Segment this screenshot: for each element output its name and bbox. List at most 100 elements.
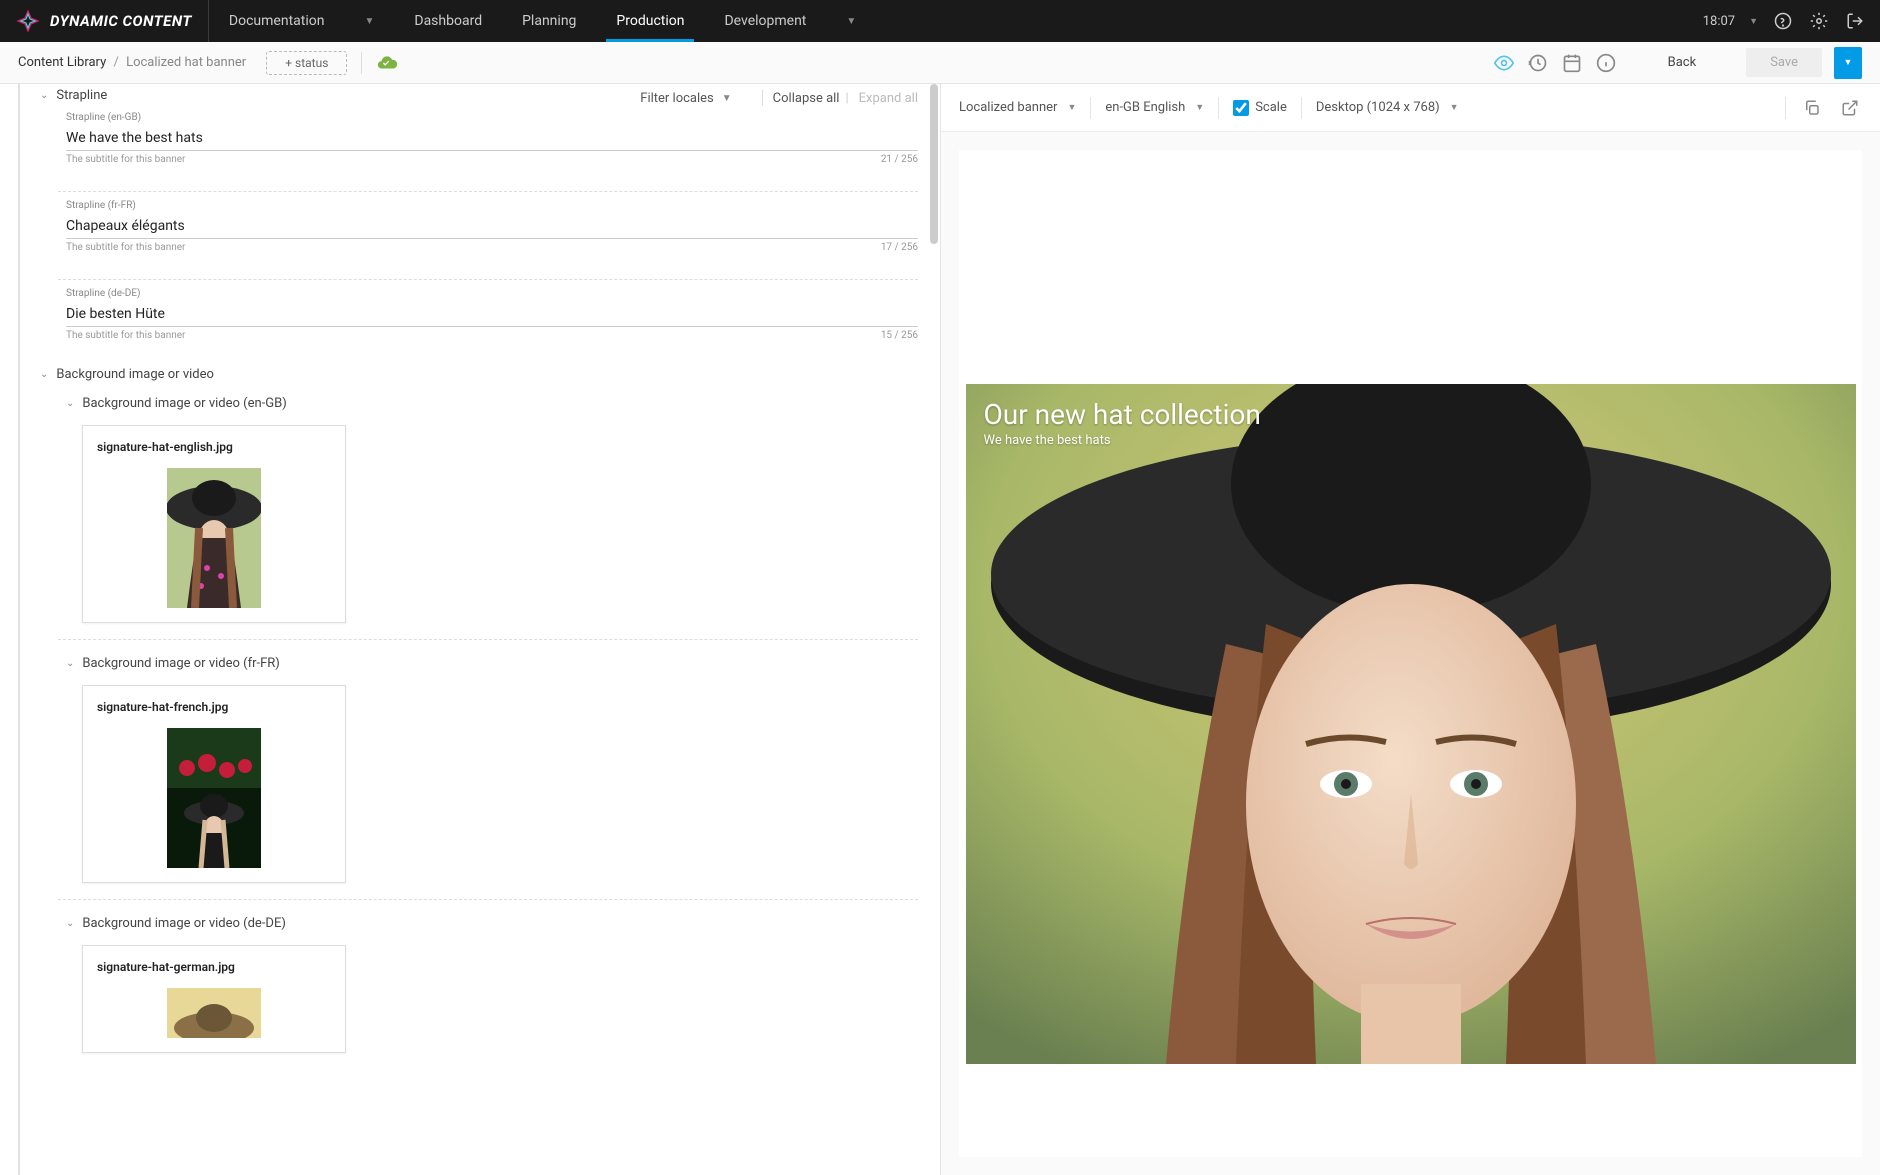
expand-all-button[interactable]: Expand all — [859, 91, 918, 106]
chevron-down-icon: ⌄ — [66, 658, 74, 669]
media-card-en[interactable]: signature-hat-english.jpg — [82, 425, 346, 623]
preview-toolbar: Localized banner▼ en-GB English▼ Scale D… — [941, 84, 1880, 132]
eye-icon[interactable] — [1492, 51, 1516, 75]
clock: 18:07 — [1703, 14, 1735, 29]
preview-area: Our new hat collection We have the best … — [941, 132, 1880, 1175]
nav-production[interactable]: Production — [596, 0, 704, 42]
external-link-icon[interactable] — [1838, 96, 1862, 120]
chevron-down-icon[interactable]: ▼ — [722, 93, 732, 104]
back-button[interactable]: Back — [1644, 49, 1721, 76]
breadcrumb-current: Localized hat banner — [126, 55, 246, 70]
media-thumbnail — [167, 728, 261, 868]
breadcrumb-root[interactable]: Content Library — [18, 55, 106, 70]
media-thumbnail — [167, 468, 261, 608]
logout-icon[interactable] — [1844, 10, 1866, 32]
banner-title: Our new hat collection — [984, 398, 1261, 431]
copy-icon[interactable] — [1800, 96, 1824, 120]
field-help: The subtitle for this banner — [66, 242, 185, 253]
nav-right: 18:07 ▼ — [1703, 10, 1880, 32]
filter-locales-label[interactable]: Filter locales — [640, 91, 714, 106]
subsection-bg-de[interactable]: ⌄ Background image or video (de-DE) — [18, 908, 940, 939]
nav-development[interactable]: Development — [704, 0, 826, 42]
section-background[interactable]: ⌄ Background image or video — [18, 359, 940, 388]
info-icon[interactable] — [1594, 51, 1618, 75]
scale-checkbox-input[interactable] — [1233, 100, 1249, 116]
chevron-down-icon: ⌄ — [66, 398, 74, 409]
save-button[interactable]: Save — [1746, 48, 1822, 77]
nav-planning[interactable]: Planning — [502, 0, 596, 42]
divider — [361, 52, 362, 74]
strapline-input-de[interactable] — [66, 302, 918, 327]
editor-panel: ⌄ Strapline Filter locales ▼ Collapse al… — [0, 84, 940, 1175]
preview-canvas: Our new hat collection We have the best … — [959, 150, 1862, 1157]
collapse-all-button[interactable]: Collapse all — [773, 91, 840, 106]
nav-dashboard[interactable]: Dashboard — [394, 0, 502, 42]
chevron-down-icon[interactable]: ▼ — [1749, 16, 1758, 27]
content-type-select[interactable]: Localized banner▼ — [959, 100, 1076, 115]
chevron-down-icon: ▼ — [846, 16, 856, 27]
breadcrumb-sep: / — [113, 55, 118, 70]
strapline-input-fr[interactable] — [66, 214, 918, 239]
nav-documentation-label: Documentation — [229, 13, 325, 29]
chevron-down-icon: ⌄ — [40, 90, 48, 101]
main-split: ⌄ Strapline Filter locales ▼ Collapse al… — [0, 84, 1880, 1175]
divider — [1301, 97, 1302, 119]
sub-header-right: Back Save ▼ — [1492, 47, 1862, 79]
banner-image — [966, 384, 1856, 1064]
history-icon[interactable] — [1526, 51, 1550, 75]
pipe: | — [845, 91, 848, 106]
save-dropdown-button[interactable]: ▼ — [1834, 47, 1862, 79]
cloud-sync-icon[interactable] — [376, 52, 398, 74]
device-select[interactable]: Desktop (1024 x 768)▼ — [1316, 100, 1459, 115]
subsection-bg-fr[interactable]: ⌄ Background image or video (fr-FR) — [18, 648, 940, 679]
strapline-input-en[interactable] — [66, 126, 918, 151]
divider — [1090, 97, 1091, 119]
nav-tabs: Dashboard Planning Production Developmen… — [394, 0, 876, 42]
filter-row: Filter locales ▼ Collapse all | Expand a… — [107, 84, 940, 112]
scrollbar[interactable] — [930, 84, 938, 244]
chevron-down-icon: ▼ — [1844, 57, 1853, 68]
dotted-separator — [58, 279, 918, 280]
subsection-label: Background image or video (en-GB) — [82, 396, 286, 411]
char-count: 17 / 256 — [881, 242, 918, 253]
strapline-field-de: Strapline (de-DE) The subtitle for this … — [18, 288, 940, 359]
subsection-label: Background image or video (de-DE) — [82, 916, 285, 931]
locale-select[interactable]: en-GB English ▼ — [1105, 100, 1204, 115]
media-filename: signature-hat-german.jpg — [97, 960, 331, 974]
nav-more[interactable]: ▼ — [826, 0, 876, 42]
section-strapline[interactable]: ⌄ Strapline — [18, 84, 107, 105]
strapline-field-en: Strapline (en-GB) The subtitle for this … — [18, 112, 940, 183]
char-count: 21 / 256 — [881, 154, 918, 165]
media-card-fr[interactable]: signature-hat-french.jpg — [82, 685, 346, 883]
strapline-field-fr: Strapline (fr-FR) The subtitle for this … — [18, 200, 940, 271]
chevron-down-icon: ▼ — [1450, 102, 1459, 113]
field-label: Strapline (en-GB) — [66, 112, 918, 123]
media-filename: signature-hat-french.jpg — [97, 700, 331, 714]
chevron-down-icon: ▼ — [1195, 102, 1204, 113]
section-background-label: Background image or video — [56, 367, 214, 382]
gear-icon[interactable] — [1808, 10, 1830, 32]
media-filename: signature-hat-english.jpg — [97, 440, 331, 454]
media-card-de[interactable]: signature-hat-german.jpg — [82, 945, 346, 1053]
calendar-icon[interactable] — [1560, 51, 1584, 75]
add-status-button[interactable]: + status — [266, 51, 347, 75]
divider — [1785, 97, 1786, 119]
locale-label: en-GB English — [1105, 100, 1185, 115]
top-nav: DYNAMIC CONTENT Documentation ▼ Dashboar… — [0, 0, 1880, 42]
nav-documentation[interactable]: Documentation ▼ — [209, 13, 394, 29]
field-label: Strapline (de-DE) — [66, 288, 918, 299]
chevron-down-icon: ⌄ — [66, 918, 74, 929]
scale-checkbox[interactable]: Scale — [1233, 100, 1287, 116]
dotted-separator — [58, 639, 918, 640]
help-icon[interactable] — [1772, 10, 1794, 32]
logo-area: DYNAMIC CONTENT — [0, 0, 209, 42]
subsection-bg-en[interactable]: ⌄ Background image or video (en-GB) — [18, 388, 940, 419]
sub-header: Content Library / Localized hat banner +… — [0, 42, 1880, 84]
field-label: Strapline (fr-FR) — [66, 200, 918, 211]
subsection-label: Background image or video (fr-FR) — [82, 656, 279, 671]
preview-panel: Localized banner▼ en-GB English▼ Scale D… — [940, 84, 1880, 1175]
media-thumbnail — [167, 988, 261, 1038]
content-type-label: Localized banner — [959, 100, 1057, 115]
divider — [1218, 97, 1219, 119]
chevron-down-icon: ▼ — [364, 16, 374, 27]
